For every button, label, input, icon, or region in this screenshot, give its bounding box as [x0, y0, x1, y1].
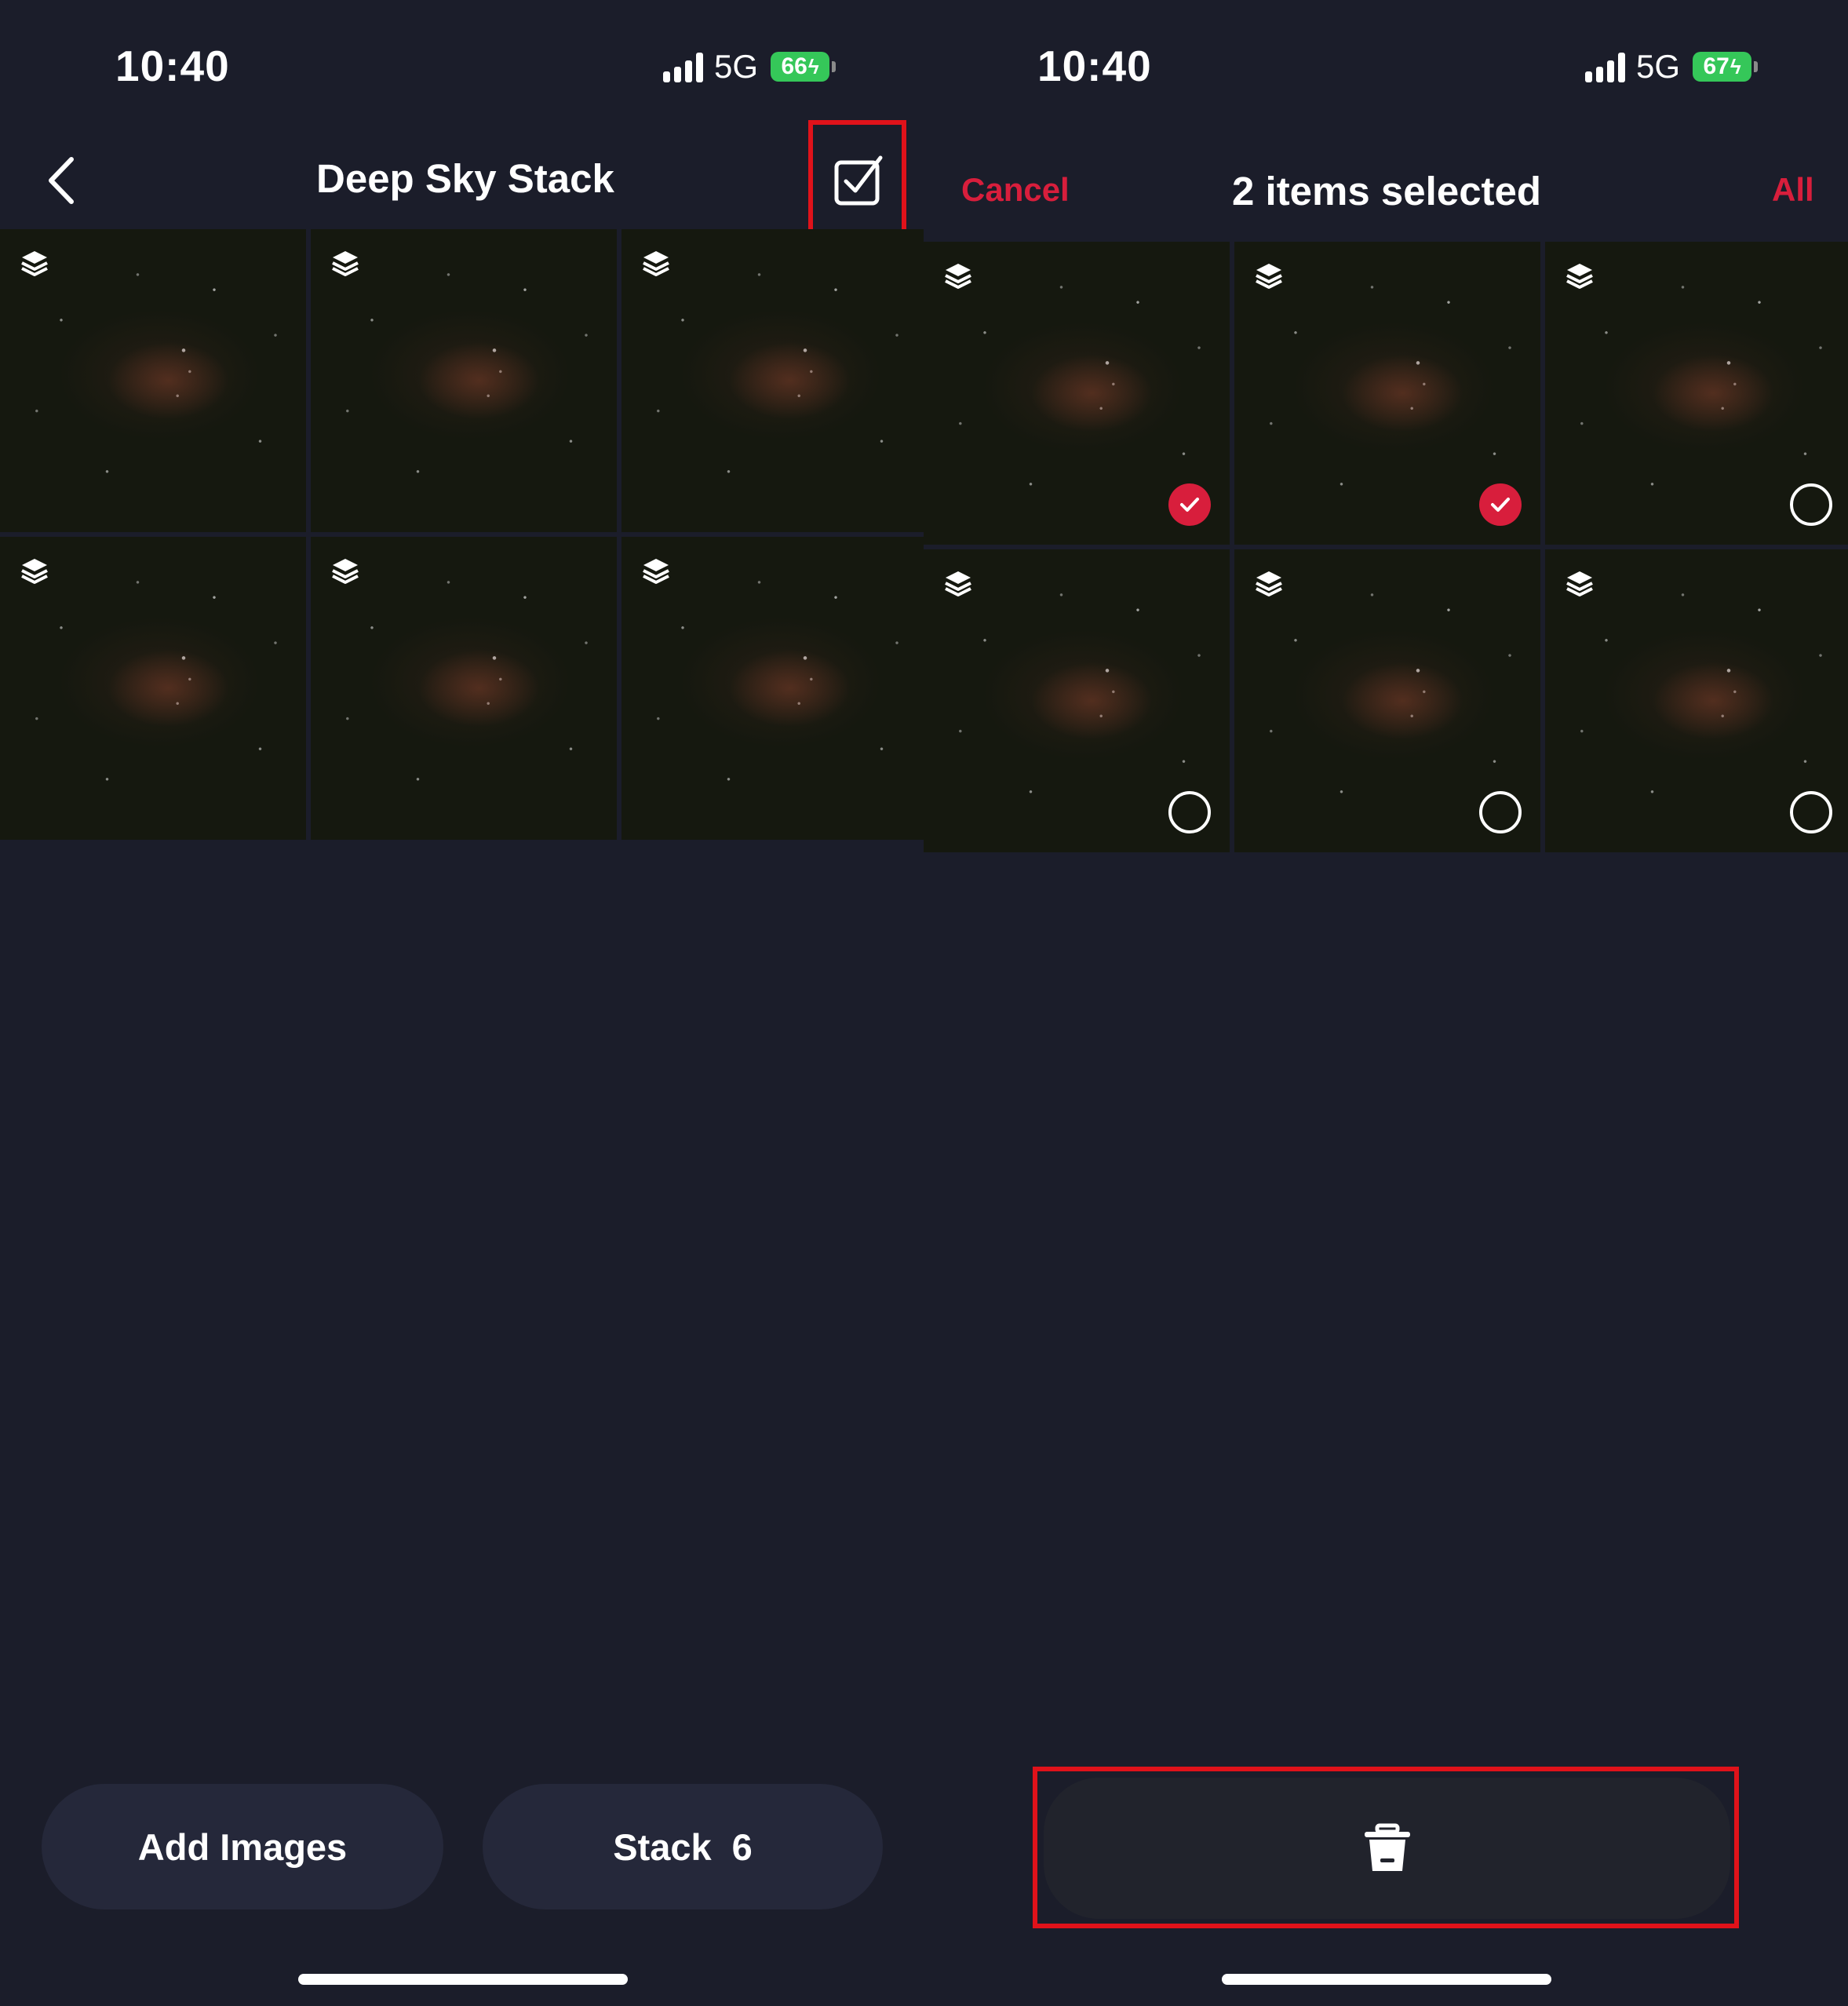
status-indicators: 5G 67 ϟ [1585, 47, 1759, 86]
image-thumbnail[interactable] [1545, 242, 1848, 545]
selected-checkmark-icon[interactable] [1168, 483, 1211, 526]
battery-icon: 67 ϟ [1693, 52, 1752, 82]
layers-icon [1256, 571, 1282, 596]
stack-count: 6 [731, 1825, 753, 1868]
layers-icon [1256, 264, 1282, 289]
image-grid-selectable [924, 242, 1848, 852]
layers-icon [332, 559, 359, 584]
image-thumbnail[interactable] [1234, 242, 1540, 545]
image-thumbnail[interactable] [621, 537, 924, 840]
image-thumbnail[interactable] [0, 537, 306, 840]
battery-level: 66 [781, 53, 807, 79]
image-thumbnail[interactable] [311, 537, 617, 840]
stack-screen: 10:40 5G 66 ϟ Deep Sky Stack Add Images S… [0, 0, 924, 2006]
signal-icon [1585, 51, 1625, 82]
layers-icon [21, 559, 48, 584]
layers-icon [945, 264, 971, 289]
layers-icon [1566, 571, 1593, 596]
network-type: 5G [1636, 48, 1681, 85]
selected-checkmark-icon[interactable] [1479, 483, 1522, 526]
status-time: 10:40 [1037, 42, 1152, 90]
image-thumbnail[interactable] [1545, 549, 1848, 852]
layers-icon [21, 251, 48, 276]
cancel-button[interactable]: Cancel [961, 171, 1070, 209]
page-title: Deep Sky Stack [316, 156, 614, 201]
signal-icon [663, 51, 703, 82]
select-checkbox-icon[interactable] [832, 153, 887, 208]
trash-icon [1364, 1823, 1410, 1871]
layers-icon [643, 251, 669, 276]
image-thumbnail[interactable] [924, 242, 1230, 545]
image-thumbnail[interactable] [1234, 549, 1540, 852]
home-indicator [1222, 1974, 1551, 1985]
image-thumbnail[interactable] [311, 229, 617, 532]
layers-icon [332, 251, 359, 276]
home-indicator [298, 1974, 628, 1985]
selection-screen: 10:40 5G 67 ϟ 2 items selected [924, 0, 1848, 2006]
battery-level: 67 [1703, 53, 1730, 79]
add-images-button[interactable]: Add Images [42, 1784, 443, 1909]
unselected-circle-icon[interactable] [1790, 483, 1832, 526]
status-time: 10:40 [115, 42, 230, 90]
stack-button[interactable]: Stack 6 [483, 1784, 883, 1909]
image-thumbnail[interactable] [621, 229, 924, 532]
layers-icon [945, 571, 971, 596]
unselected-circle-icon[interactable] [1479, 791, 1522, 833]
battery-icon: 66 ϟ [771, 52, 830, 82]
stack-label: Stack [613, 1825, 712, 1868]
selection-title: 2 items selected [1232, 169, 1542, 213]
unselected-circle-icon[interactable] [1790, 791, 1832, 833]
image-thumbnail[interactable] [924, 549, 1230, 852]
layers-icon [1566, 264, 1593, 289]
image-grid [0, 229, 924, 840]
layers-icon [643, 559, 669, 584]
network-type: 5G [714, 48, 759, 85]
select-all-button[interactable]: All [1772, 171, 1814, 209]
delete-button[interactable] [1044, 1778, 1730, 1919]
back-chevron-icon[interactable] [43, 153, 82, 208]
status-indicators: 5G 66 ϟ [663, 47, 837, 86]
unselected-circle-icon[interactable] [1168, 791, 1211, 833]
image-thumbnail[interactable] [0, 229, 306, 532]
add-images-label: Add Images [137, 1825, 348, 1868]
